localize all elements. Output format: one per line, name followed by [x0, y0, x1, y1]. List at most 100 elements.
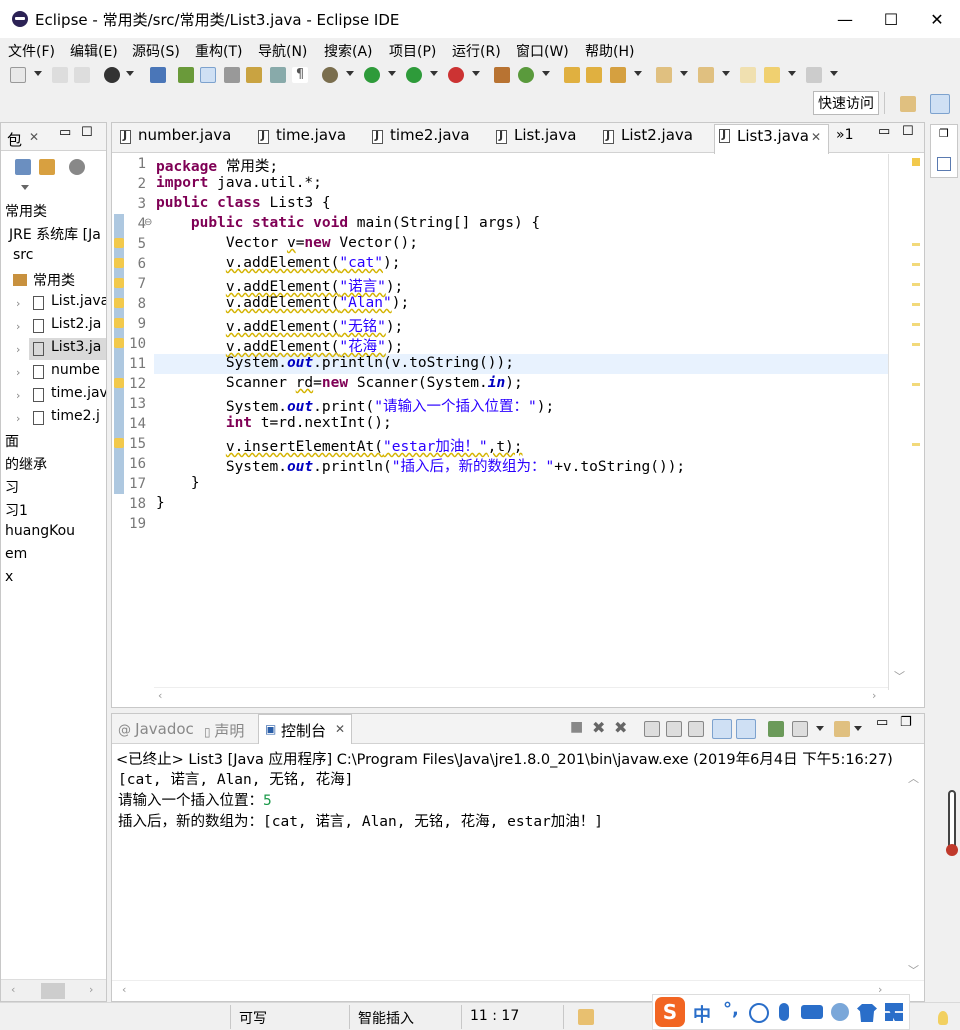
chevron-left-icon[interactable]: ‹ [122, 983, 126, 996]
chevron-right-icon[interactable]: › [16, 389, 20, 402]
annotation-icon[interactable] [246, 67, 262, 83]
highlight-icon[interactable] [200, 67, 216, 83]
chevron-down-icon[interactable] [634, 71, 642, 76]
chevron-down-icon[interactable] [34, 71, 42, 76]
display-console-icon[interactable] [792, 721, 808, 737]
chevron-down-icon[interactable] [830, 71, 838, 76]
tree-item-time-java[interactable]: time.jav [51, 385, 106, 407]
fold-icon[interactable]: ⊖ [144, 217, 152, 228]
skip-breakpoints-icon[interactable] [150, 67, 166, 83]
tree-item-project[interactable]: 习1 [5, 500, 28, 522]
tree-item-list2-java[interactable]: List2.ja [51, 316, 101, 338]
chevron-down-icon[interactable] [680, 71, 688, 76]
keyboard-icon[interactable] [801, 1005, 823, 1019]
debug-icon[interactable] [322, 67, 338, 83]
close-icon[interactable]: ✕ [811, 130, 821, 144]
tree-item-project[interactable]: em [5, 546, 27, 568]
menu-search[interactable]: 搜索(A) [324, 41, 373, 61]
tab-list-java[interactable]: List.java [492, 126, 576, 152]
punctuation-toggle[interactable]: °, [723, 999, 739, 1020]
chevron-right-icon[interactable]: › [872, 689, 876, 702]
chevron-down-icon[interactable] [430, 71, 438, 76]
quick-access-field[interactable]: 快速访问 [813, 91, 879, 115]
overview-marker[interactable] [912, 283, 920, 286]
link-editor-icon[interactable] [39, 159, 55, 175]
code-area[interactable]: 1 2 3 4 ⊖ 5 6 7 8 9 10 11 12 13 14 15 16… [112, 154, 924, 707]
menu-refactor[interactable]: 重构(T) [195, 41, 242, 61]
chevron-right-icon[interactable]: › [16, 412, 20, 425]
menu-edit[interactable]: 编辑(E) [70, 41, 118, 61]
view-menu-icon[interactable] [69, 159, 85, 175]
outline-view-icon[interactable] [937, 157, 951, 171]
chevron-left-icon[interactable]: ‹ [158, 689, 162, 702]
remove-launch-icon[interactable]: ✖ [592, 718, 605, 737]
menu-window[interactable]: 窗口(W) [516, 41, 569, 61]
menu-project[interactable]: 项目(P) [389, 41, 436, 61]
tree-item-project[interactable]: 习 [5, 477, 19, 499]
tree-item-time2-java[interactable]: time2.j [51, 408, 100, 430]
scroll-down-icon[interactable]: ﹀ [894, 668, 905, 684]
tree-item-jre[interactable]: JRE 系统库 [Ja [9, 224, 101, 246]
tab-number-java[interactable]: number.java [116, 126, 231, 152]
menu-navigate[interactable]: 导航(N) [258, 41, 307, 61]
lightbulb-icon[interactable] [938, 1011, 948, 1025]
sogou-logo-icon[interactable]: S [655, 997, 685, 1027]
new-class-icon[interactable] [518, 67, 534, 83]
maximize-button[interactable]: ☐ [868, 0, 914, 38]
user-icon[interactable] [104, 67, 120, 83]
clear-console-icon[interactable] [644, 721, 660, 737]
horizontal-scrollbar[interactable]: ‹ › [154, 687, 888, 705]
tree-item-project[interactable]: 的继承 [5, 454, 47, 476]
new-icon[interactable] [10, 67, 26, 83]
warning-icon[interactable] [114, 378, 124, 388]
chevron-down-icon[interactable] [388, 71, 396, 76]
tab-time-java[interactable]: time.java [254, 126, 346, 152]
chevron-down-icon[interactable] [472, 71, 480, 76]
tree-item-package[interactable]: 常用类 [33, 270, 75, 292]
chevron-right-icon[interactable]: › [16, 297, 20, 310]
scroll-lock-icon[interactable] [666, 721, 682, 737]
open-task-icon[interactable] [586, 67, 602, 83]
overview-marker[interactable] [912, 263, 920, 266]
tab-console[interactable]: ▣ 控制台 ✕ [258, 714, 352, 744]
warning-icon[interactable] [114, 438, 124, 448]
restore-view-icon[interactable]: ❐ [900, 715, 912, 730]
coverage-icon[interactable] [406, 67, 422, 83]
terminate-icon[interactable]: ■ [570, 719, 583, 735]
skin-icon[interactable] [857, 1004, 877, 1022]
tab-javadoc[interactable]: @ Javadoc [118, 720, 194, 738]
close-icon[interactable]: ✕ [335, 722, 345, 736]
chevron-down-icon[interactable] [126, 71, 134, 76]
java-perspective-icon[interactable] [930, 94, 950, 114]
mark-icon[interactable] [224, 67, 240, 83]
warning-icon[interactable] [114, 318, 124, 328]
ime-mode-toggle[interactable]: 中 [693, 1001, 711, 1027]
show-on-error-icon[interactable] [736, 719, 756, 739]
scroll-thumb[interactable] [41, 983, 65, 999]
tree-item-number-java[interactable]: numbe [51, 362, 100, 384]
chevron-down-icon[interactable] [816, 726, 824, 731]
tree-item-project[interactable]: 常用类 [5, 201, 47, 223]
chevron-right-icon[interactable]: › [89, 983, 93, 996]
maximize-view-icon[interactable]: ☐ [902, 124, 914, 139]
last-edit-icon[interactable] [740, 67, 756, 83]
tree-item-project[interactable]: 面 [5, 431, 19, 453]
menu-source[interactable]: 源码(S) [132, 41, 180, 61]
external-tools-icon[interactable] [448, 67, 464, 83]
overview-marker[interactable] [912, 383, 920, 386]
word-wrap-icon[interactable] [688, 721, 704, 737]
open-type-icon[interactable] [178, 67, 194, 83]
tree-item-project[interactable]: x [5, 569, 13, 591]
warning-icon[interactable] [114, 278, 124, 288]
overview-marker[interactable] [912, 443, 920, 446]
toolbox-icon[interactable] [885, 1003, 903, 1021]
search-icon[interactable] [610, 67, 626, 83]
more-tabs-button[interactable]: »1 [836, 127, 853, 143]
chevron-down-icon[interactable] [854, 726, 862, 731]
menu-run[interactable]: 运行(R) [452, 41, 501, 61]
warning-summary-icon[interactable] [912, 158, 920, 166]
maximize-view-icon[interactable]: ☐ [81, 125, 93, 140]
open-folder-icon[interactable] [564, 67, 580, 83]
overview-marker[interactable] [912, 243, 920, 246]
overview-marker[interactable] [912, 343, 920, 346]
